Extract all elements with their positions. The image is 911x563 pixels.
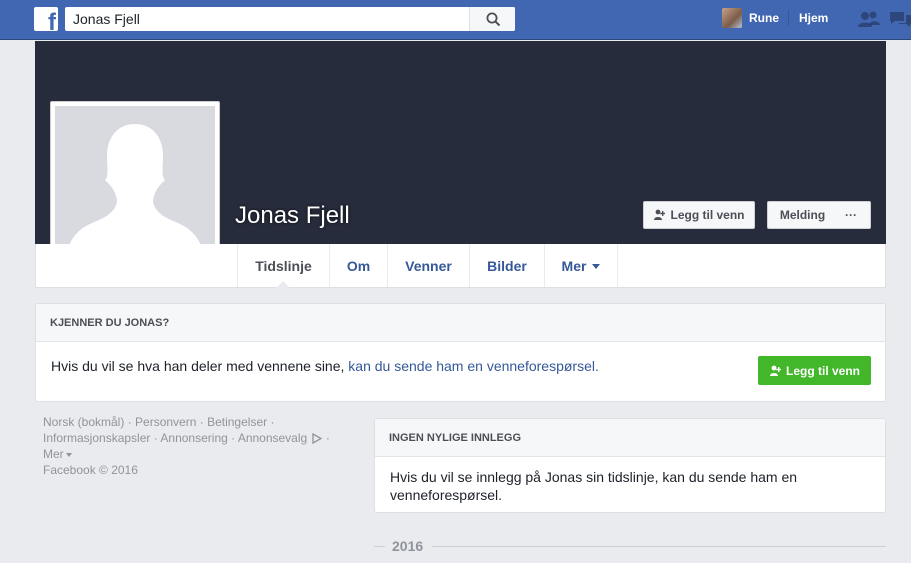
- search-input[interactable]: [65, 7, 469, 31]
- tab-more[interactable]: Mer: [544, 244, 618, 287]
- active-tab-indicator: [276, 281, 290, 288]
- chevron-down-icon: [65, 452, 72, 457]
- search-box: [65, 7, 515, 31]
- profile-nav-bar: Tidslinje Om Venner Bilder Mer: [35, 244, 886, 288]
- card-title: INGEN NYLIGE INNLEGG: [375, 419, 885, 457]
- add-friend-label: Legg til venn: [670, 208, 745, 222]
- tab-label: Venner: [405, 257, 452, 274]
- footer-link-advertising[interactable]: Annonsering: [160, 431, 227, 445]
- card-title: KJENNER DU JONAS?: [36, 304, 885, 342]
- tab-label: Mer: [561, 257, 587, 274]
- tab-label: Bilder: [487, 257, 527, 274]
- friend-requests-icon[interactable]: [858, 10, 880, 28]
- copyright: Facebook © 2016: [43, 463, 138, 477]
- tab-about[interactable]: Om: [329, 244, 387, 287]
- send-request-link[interactable]: kan du sende ham en venneforespørsel.: [348, 358, 599, 374]
- page-footer: Norsk (bokmål) · Personvern · Betingelse…: [43, 414, 333, 478]
- tab-photos[interactable]: Bilder: [469, 244, 544, 287]
- chevron-down-icon: [592, 264, 601, 269]
- posts-message: Hvis du vil se innlegg på Jonas sin tids…: [390, 469, 798, 503]
- profile-name: Jonas Fjell: [235, 202, 350, 229]
- tab-label: Om: [346, 257, 371, 274]
- avatar: [722, 8, 742, 28]
- add-friend-label: Legg til venn: [785, 363, 860, 378]
- user-name: Rune: [749, 11, 779, 25]
- footer-link-cookies[interactable]: Informasjonskapsler: [43, 431, 150, 445]
- footer-link-language[interactable]: Norsk (bokmål): [43, 415, 124, 429]
- message-label: Melding: [779, 208, 826, 222]
- divider: [432, 546, 886, 547]
- facebook-logo[interactable]: f: [34, 7, 58, 31]
- search-button[interactable]: [469, 7, 515, 31]
- footer-link-adchoices[interactable]: Annonsevalg: [238, 431, 307, 445]
- search-icon: [486, 12, 501, 27]
- more-options-button[interactable]: ···: [832, 201, 871, 229]
- profile-shortcut[interactable]: Rune: [722, 8, 779, 28]
- divider: [374, 546, 385, 547]
- messages-icon[interactable]: [890, 10, 911, 28]
- timeline-year-separator: 2016: [374, 537, 886, 557]
- tab-friends[interactable]: Venner: [387, 244, 469, 287]
- year-label[interactable]: 2016: [392, 538, 423, 554]
- footer-link-more[interactable]: Mer: [43, 447, 64, 461]
- adchoices-icon: [311, 433, 322, 445]
- no-recent-posts-card: INGEN NYLIGE INNLEGG Hvis du vil se innl…: [374, 418, 886, 513]
- divider: [788, 10, 789, 26]
- friend-suggestion-card: KJENNER DU JONAS? Hvis du vil se hva han…: [35, 303, 886, 402]
- more-dots-icon: ···: [845, 208, 857, 222]
- friend-request-prompt: Hvis du vil se hva han deler med vennene…: [51, 358, 599, 374]
- message-button[interactable]: Melding: [767, 201, 838, 229]
- add-friend-icon: [654, 209, 666, 220]
- default-avatar-silhouette: [55, 106, 215, 266]
- footer-link-terms[interactable]: Betingelser: [207, 415, 267, 429]
- add-friend-icon: [769, 365, 781, 376]
- prompt-text: Hvis du vil se hva han deler med vennene…: [51, 358, 349, 374]
- top-navigation-bar: f Rune Hjem: [0, 0, 911, 40]
- tab-label: Tidslinje: [255, 257, 312, 274]
- home-link[interactable]: Hjem: [799, 11, 828, 25]
- add-friend-button[interactable]: Legg til venn: [643, 201, 755, 229]
- footer-link-privacy[interactable]: Personvern: [135, 415, 196, 429]
- add-friend-green-button[interactable]: Legg til venn: [758, 356, 871, 385]
